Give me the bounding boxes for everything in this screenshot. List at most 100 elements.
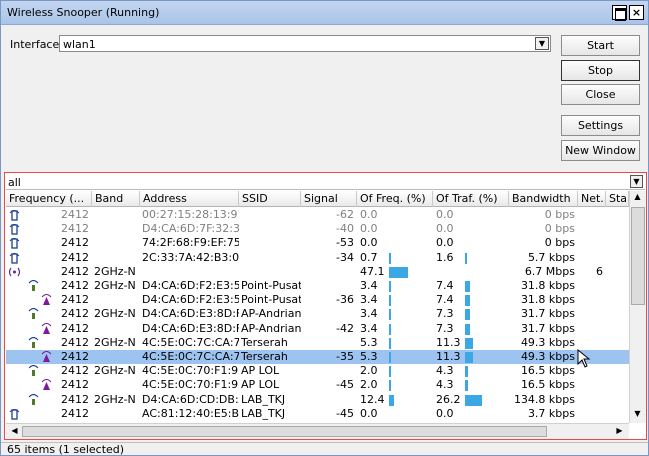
column-header[interactable]: Bandwidth bbox=[509, 191, 578, 207]
vertical-scroll-thumb[interactable] bbox=[631, 207, 645, 305]
table-cell: 31.8 kbps bbox=[520, 293, 575, 307]
scroll-right-icon[interactable]: ▶ bbox=[612, 426, 627, 435]
usage-bar bbox=[465, 352, 473, 363]
close-button[interactable]: Close bbox=[561, 84, 640, 105]
percent-label: 4.3 bbox=[436, 378, 454, 392]
table-row[interactable]: 2412 2GHz-N D4:CA:6D:E3:8D:F1 AP-Andrian 3.4… bbox=[6, 307, 629, 321]
table-cell bbox=[239, 265, 301, 279]
settings-button[interactable]: Settings bbox=[561, 115, 640, 136]
table-cell: Terserah bbox=[241, 350, 288, 363]
column-header[interactable]: Band bbox=[92, 191, 140, 207]
interface-select[interactable]: wlan1 ▼ bbox=[59, 35, 551, 52]
table-cell: -34 bbox=[336, 250, 354, 264]
column-header[interactable]: Frequency (... bbox=[6, 191, 92, 207]
usage-bar bbox=[465, 281, 470, 292]
column-header[interactable]: Of Freq. (%) bbox=[357, 191, 433, 207]
table-cell: -36 bbox=[336, 293, 354, 307]
vertical-scrollbar[interactable]: ▲ ▼ bbox=[629, 191, 646, 423]
table-cell: D4:CA:6D:CD:DB:A7 bbox=[142, 392, 239, 406]
title-bar[interactable]: Wireless Snooper (Running) × bbox=[1, 1, 648, 25]
usage-bar bbox=[389, 281, 391, 292]
table-row[interactable]: 2412 D4:CA:6D:7F:32:3F -40 0.0 0.0 0 bps bbox=[6, 222, 629, 236]
table-cell: 2412 bbox=[61, 236, 89, 250]
table-cell: 0 bps bbox=[544, 222, 575, 236]
table-cell: 2412 bbox=[61, 208, 89, 221]
column-header[interactable]: Sta bbox=[606, 191, 629, 207]
column-header[interactable]: Net... bbox=[578, 191, 606, 207]
table-cell bbox=[301, 393, 357, 407]
table-cell: 4C:5E:0C:7C:CA:71 bbox=[142, 350, 239, 363]
table-row[interactable]: 2412 AC:81:12:40:E5:BC LAB_TKJ -45 0.0 0.0 3.7… bbox=[6, 407, 629, 421]
table-cell: 2412 bbox=[61, 321, 89, 335]
table-cell: -45 bbox=[336, 378, 354, 392]
usage-bar bbox=[465, 323, 470, 335]
usage-bar bbox=[389, 323, 391, 335]
percent-label: 7.3 bbox=[436, 321, 454, 335]
horizontal-scroll-thumb[interactable] bbox=[22, 426, 547, 437]
close-icon[interactable]: × bbox=[629, 5, 644, 20]
percent-label: 0.0 bbox=[360, 222, 378, 236]
table-cell: AP-Andrian bbox=[241, 321, 301, 335]
dropdown-arrow-icon[interactable]: ▼ bbox=[630, 175, 643, 188]
scroll-left-icon[interactable]: ◀ bbox=[7, 426, 22, 435]
table-row[interactable]: 2412 2GHz-N D4:CA:6D:F2:E3:59 Point-Pusat 3.… bbox=[6, 279, 629, 293]
table-cell: 31.8 kbps bbox=[520, 279, 575, 292]
column-header[interactable]: Signal bbox=[301, 191, 357, 207]
start-button[interactable]: Start bbox=[561, 35, 640, 56]
table-row[interactable]: 2412 00:27:15:28:13:91 -62 0.0 0.0 0 bps bbox=[6, 208, 629, 222]
wireless-snooper-window: Wireless Snooper (Running) × Interface: … bbox=[0, 0, 649, 456]
column-header[interactable]: Of Traf. (%) bbox=[433, 191, 509, 207]
dropdown-arrow-icon[interactable]: ▼ bbox=[535, 37, 549, 50]
table-cell: 5.3 bbox=[357, 350, 433, 364]
table-cell: 11.3 bbox=[433, 350, 509, 364]
column-header[interactable]: Address bbox=[140, 191, 239, 207]
table-cell bbox=[92, 236, 140, 250]
table-cell: 2.0 bbox=[357, 378, 433, 392]
usage-bar bbox=[465, 394, 482, 406]
filter-select[interactable]: all ▼ bbox=[6, 174, 645, 190]
table-row[interactable]: 2412 D4:CA:6D:E3:8D:F1 AP-Andrian -42 3.4 7.3… bbox=[6, 322, 629, 336]
horizontal-scrollbar[interactable]: ◀ ▶ bbox=[6, 423, 629, 439]
table-cell bbox=[578, 279, 606, 293]
table-row[interactable]: 2412 74:2F:68:F9:EF:75 -53 0.0 0.0 0 bps bbox=[6, 236, 629, 250]
table-cell: D4:CA:6D:E3:8D:F1 bbox=[142, 307, 239, 321]
percent-label: 7.3 bbox=[436, 307, 454, 321]
table-cell: 31.7 kbps bbox=[520, 321, 575, 335]
maximize-icon[interactable] bbox=[612, 5, 627, 21]
table-row[interactable]: 2412 4C:5E:0C:7C:CA:71 Terserah -35 5.3 11.3 4… bbox=[6, 350, 629, 364]
table-cell bbox=[140, 265, 239, 279]
table-cell: AC:81:12:40:E5:BC bbox=[142, 406, 239, 420]
new-window-button[interactable]: New Window bbox=[561, 140, 640, 161]
table-cell: 2412 bbox=[61, 335, 89, 349]
table-cell: 1.6 bbox=[433, 251, 509, 265]
percent-label: 2.0 bbox=[360, 378, 378, 392]
table-cell: Point-Pusat bbox=[241, 279, 301, 292]
scroll-down-icon[interactable]: ▼ bbox=[630, 409, 645, 418]
stop-button[interactable]: Stop bbox=[561, 60, 640, 81]
table-row[interactable]: 2412 2GHz-N 4C:5E:0C:70:F1:92 AP LOL 2.0 4.3 1… bbox=[6, 364, 629, 378]
table-row[interactable]: 2412 4C:5E:0C:70:F1:92 AP LOL -45 2.0 4.3 16.5… bbox=[6, 378, 629, 392]
status-bar: 65 items (1 selected) bbox=[1, 442, 648, 456]
table-cell: 3.4 bbox=[357, 322, 433, 336]
percent-label: 12.4 bbox=[360, 392, 385, 406]
table-cell: 2412 bbox=[61, 250, 89, 264]
table-cell bbox=[578, 393, 606, 407]
table-cell bbox=[92, 322, 140, 336]
column-header[interactable]: SSID bbox=[239, 191, 301, 207]
table-row[interactable]: 2412 2GHz-N 4C:5E:0C:7C:CA:71 Terserah 5.3 11… bbox=[6, 336, 629, 350]
table-row[interactable]: 2412 2GHz-N 47.1 6.7 Mbps 6 bbox=[6, 265, 629, 279]
table-cell: 0.7 bbox=[357, 251, 433, 265]
usage-bar bbox=[389, 337, 391, 349]
window-title: Wireless Snooper (Running) bbox=[7, 6, 160, 19]
percent-label: 3.4 bbox=[360, 279, 378, 292]
scroll-up-icon[interactable]: ▲ bbox=[630, 192, 645, 201]
table-row[interactable]: 2412 2GHz-N D4:CA:6D:CD:DB:A7LAB_TKJ 12.4 26… bbox=[6, 393, 629, 407]
table-row[interactable]: 2412 D4:CA:6D:F2:E3:59 Point-Pusat -36 3.4 7.… bbox=[6, 293, 629, 307]
table-row[interactable]: 2412 2C:33:7A:42:B3:07 -34 0.7 1.6 5.7 kbps bbox=[6, 251, 629, 265]
table-cell bbox=[578, 322, 606, 336]
table-cell: 0.0 bbox=[433, 208, 509, 222]
table-cell: 7.3 bbox=[433, 307, 509, 321]
table-cell: 16.5 kbps bbox=[520, 378, 575, 392]
table-cell: AP-Andrian bbox=[241, 307, 301, 321]
table-cell: 2412 bbox=[61, 392, 89, 406]
